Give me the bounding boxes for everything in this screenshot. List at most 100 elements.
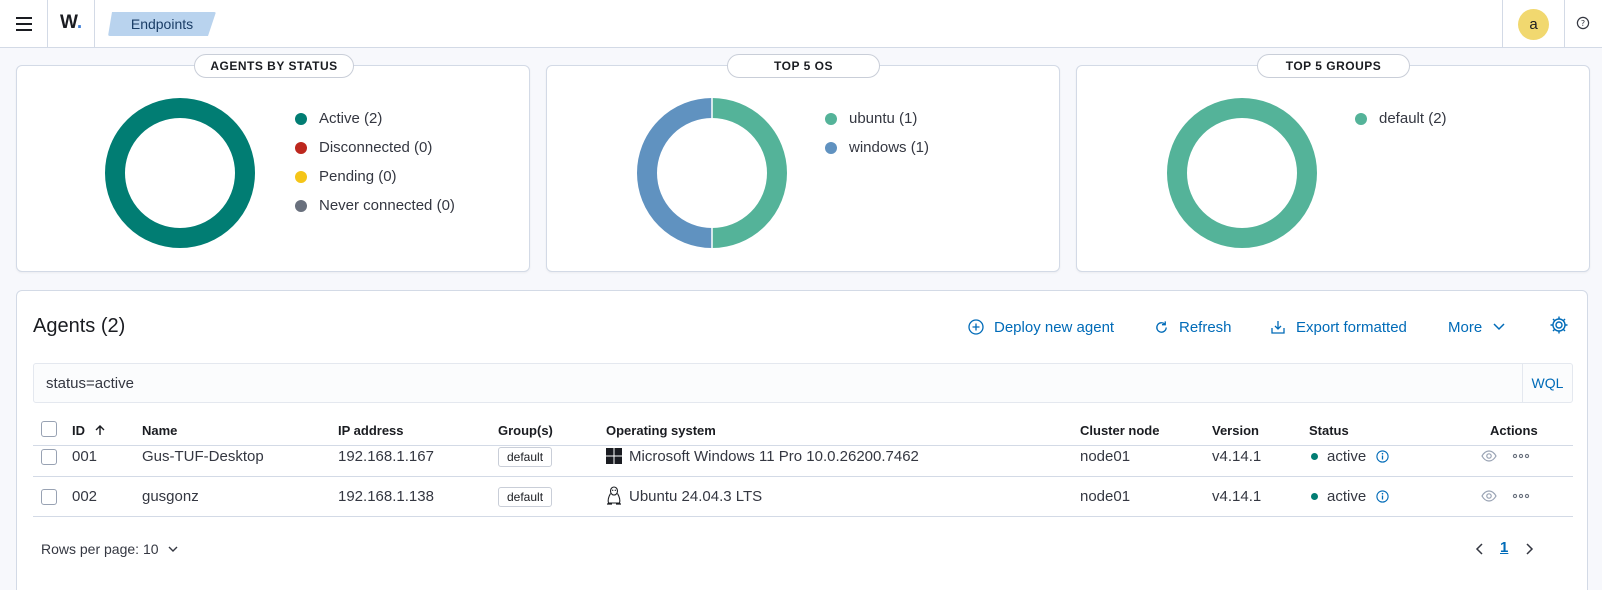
legend-swatch [825,141,837,154]
app-logo[interactable]: W. [60,12,82,34]
legend-item[interactable]: Pending (0) [295,162,455,191]
info-icon [1376,490,1390,503]
column-header-groups[interactable]: Group(s) [498,423,553,438]
row-checkbox[interactable] [41,449,57,465]
status-donut-chart [105,98,255,248]
panel-title: TOP 5 GROUPS [1257,54,1410,78]
status-dot [1311,452,1318,460]
info-icon [1376,450,1390,463]
cell-id[interactable]: 001 [72,448,97,465]
user-avatar[interactable]: a [1518,9,1549,40]
column-header-name[interactable]: Name [142,423,177,438]
header-divider [94,0,95,48]
table-divider [33,445,1573,446]
refresh-icon [1156,320,1167,333]
legend-swatch [295,199,307,212]
cell-status[interactable]: active [1311,448,1390,465]
chevron-down-icon [1493,323,1505,331]
panel-title: TOP 5 OS [727,54,880,78]
more-actions-icon[interactable] [1512,493,1530,499]
donut-segment-active [105,98,255,248]
column-header-version[interactable]: Version [1212,423,1259,438]
help-icon[interactable]: ? [1576,16,1590,30]
select-all-checkbox[interactable] [41,421,57,437]
cell-os[interactable]: Microsoft Windows 11 Pro 10.0.26200.7462 [629,448,919,465]
table-settings-gear-icon[interactable] [1549,315,1571,337]
legend-swatch [295,170,307,183]
refresh-button[interactable]: Refresh [1154,316,1232,338]
column-header-cluster[interactable]: Cluster node [1080,423,1159,438]
cell-cluster[interactable]: node01 [1080,488,1130,505]
cell-status[interactable]: active [1311,488,1390,505]
column-header-actions: Actions [1490,423,1538,438]
top-bar: W. Endpoints a ? [0,0,1602,48]
groups-donut-chart [1167,98,1317,248]
donut-segment-windows [637,98,713,248]
wql-toggle-button[interactable]: WQL [1522,364,1572,402]
legend-swatch [1355,112,1367,125]
view-details-eye-icon[interactable] [1481,450,1497,462]
donut-segment-default [1167,98,1317,248]
top-groups-panel: TOP 5 GROUPS default (2) [1076,54,1590,272]
cell-ip[interactable]: 192.168.1.167 [338,448,434,465]
breadcrumb-endpoints[interactable]: Endpoints [108,12,216,36]
top-os-panel: TOP 5 OS ubuntu (1) windows (1) [546,54,1060,272]
view-details-eye-icon[interactable] [1481,490,1497,502]
cell-ip[interactable]: 192.168.1.138 [338,488,434,505]
status-dot [1311,492,1318,500]
header-divider [1502,0,1503,48]
legend-item[interactable]: windows (1) [825,133,929,162]
column-header-status[interactable]: Status [1309,423,1349,438]
deploy-new-agent-button[interactable]: Deploy new agent [968,316,1114,338]
search-input[interactable] [34,364,1474,402]
group-badge[interactable]: default [498,447,553,467]
legend-swatch [825,112,837,125]
legend-item[interactable]: Never connected (0) [295,191,455,220]
export-formatted-button[interactable]: Export formatted [1270,316,1407,338]
column-header-id[interactable]: ID [72,423,106,438]
cell-name[interactable]: gusgonz [142,488,199,505]
cell-name[interactable]: Gus-TUF-Desktop [142,448,264,465]
column-header-ip[interactable]: IP address [338,423,404,438]
more-dropdown-button[interactable]: More [1448,316,1506,338]
header-divider [47,0,48,48]
sort-ascending-icon [95,425,105,435]
cell-version[interactable]: v4.14.1 [1212,448,1261,465]
legend-swatch [295,141,307,154]
cell-os[interactable]: Ubuntu 24.04.3 LTS [629,488,762,505]
os-donut-chart [637,98,787,248]
donut-segment-ubuntu [711,98,787,248]
hamburger-menu-icon[interactable] [12,12,36,36]
agents-table-panel: Agents (2) Deploy new agent Refresh Expo… [16,290,1588,590]
table-divider [33,516,1573,517]
group-badge[interactable]: default [498,487,553,507]
agents-by-status-panel: AGENTS BY STATUS Active (2) Disconnected… [16,54,530,272]
next-page-chevron-right-icon[interactable] [1524,542,1534,556]
search-bar: WQL [33,363,1573,403]
os-legend: ubuntu (1) windows (1) [825,104,929,162]
panel-title: AGENTS BY STATUS [194,54,354,78]
agents-title: Agents (2) [33,315,126,337]
legend-item[interactable]: default (2) [1355,104,1447,133]
more-actions-icon[interactable] [1512,453,1530,459]
legend-item[interactable]: Active (2) [295,104,455,133]
windows-icon [606,448,622,464]
linux-icon [607,486,621,505]
column-header-os[interactable]: Operating system [606,423,716,438]
cell-cluster[interactable]: node01 [1080,448,1130,465]
header-divider [1564,0,1565,48]
row-checkbox[interactable] [41,489,57,505]
table-divider [33,476,1573,477]
legend-item[interactable]: ubuntu (1) [825,104,929,133]
rows-per-page-selector[interactable]: Rows per page: 10 [41,541,179,557]
legend-item[interactable]: Disconnected (0) [295,133,455,162]
export-icon [1271,321,1285,334]
status-legend: Active (2) Disconnected (0) Pending (0) … [295,104,455,220]
svg-text:?: ? [1581,19,1585,28]
previous-page-chevron-left-icon[interactable] [1475,542,1485,556]
legend-swatch [295,112,307,125]
plus-circle-icon [968,319,984,335]
page-number-current[interactable]: 1 [1500,539,1508,556]
cell-version[interactable]: v4.14.1 [1212,488,1261,505]
cell-id[interactable]: 002 [72,488,97,505]
